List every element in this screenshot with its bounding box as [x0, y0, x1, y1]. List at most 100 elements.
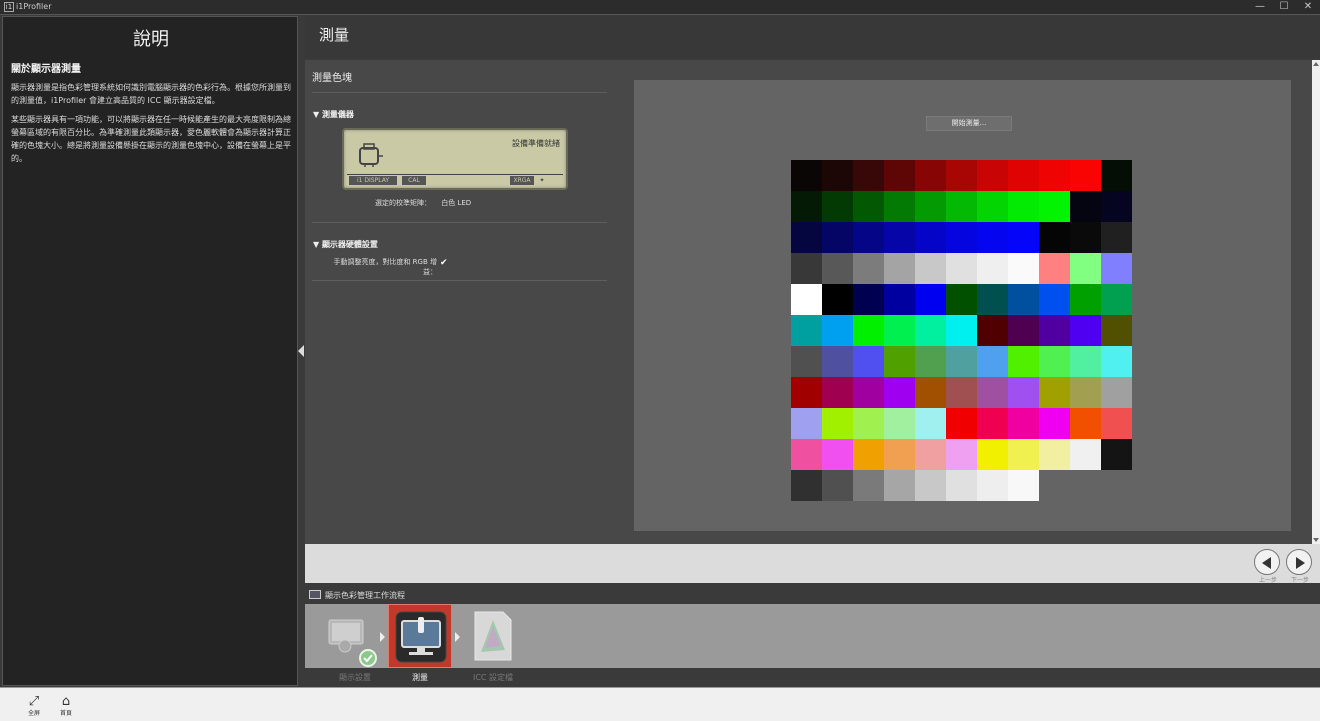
color-patch [946, 315, 977, 346]
color-patch [853, 222, 884, 253]
back-label: 上一步 [1259, 577, 1278, 584]
help-panel: 說明 關於顯示器測量 顯示器測量是指色彩管理系統如何識別電腦顯示器的色彩行為。根… [2, 16, 298, 686]
color-patch [822, 284, 853, 315]
color-patch [822, 439, 853, 470]
instrument-heading[interactable]: ▼ 測量儀器 [313, 109, 354, 120]
fullscreen-label: 全屏 [27, 710, 40, 717]
color-patch [1101, 315, 1132, 346]
color-patch [1008, 253, 1039, 284]
monitor-icon [309, 590, 321, 599]
step-arrow-icon [380, 632, 385, 642]
step-icc-profile[interactable] [461, 604, 525, 668]
color-patch [946, 253, 977, 284]
color-patch [791, 222, 822, 253]
color-patch [946, 284, 977, 315]
calibration-label: 選定的校準矩陣： [375, 199, 431, 207]
close-button[interactable]: ✕ [1299, 1, 1317, 13]
color-patch [884, 160, 915, 191]
navigation-strip: 上一步 下一步 [305, 544, 1320, 584]
color-patch [853, 191, 884, 222]
color-patch [884, 408, 915, 439]
hardware-heading[interactable]: ▼ 顯示器硬體設置 [313, 239, 378, 250]
help-title: 說明 [133, 29, 169, 50]
color-patch [1070, 284, 1101, 315]
home-button[interactable]: ⌂ 首頁 [58, 695, 74, 720]
color-patch [853, 377, 884, 408]
color-patch [946, 160, 977, 191]
color-patch [853, 253, 884, 284]
color-patch [977, 439, 1008, 470]
color-patch [1101, 160, 1132, 191]
next-arrow-icon [1296, 557, 1305, 569]
scroll-down-icon[interactable] [1313, 538, 1319, 542]
fullscreen-icon: ⤢ [28, 694, 40, 709]
color-patch [822, 253, 853, 284]
measure-content: 測量色塊 ▼ 測量儀器 設備準備就緒 i1 DISPLAY CAL XRGA ✦… [305, 60, 1312, 544]
color-patch [1039, 160, 1070, 191]
color-patch [791, 191, 822, 222]
calibration-value[interactable]: 白色 LED [441, 199, 471, 207]
calibration-matrix: 選定的校準矩陣： 白色 LED [375, 198, 471, 208]
color-patch [853, 346, 884, 377]
manual-adjust-checkbox[interactable]: ✔ [440, 258, 450, 268]
patch-display-area: 開始測量... [634, 80, 1291, 531]
color-patch [915, 222, 946, 253]
color-patch [822, 191, 853, 222]
color-patch [822, 315, 853, 346]
start-measurement-button[interactable]: 開始測量... [926, 116, 1012, 131]
lcd-segment-device: i1 DISPLAY [349, 176, 397, 185]
color-patch [1008, 470, 1039, 501]
device-lcd-display: 設備準備就緒 i1 DISPLAY CAL XRGA ✦ [342, 128, 568, 190]
fullscreen-button[interactable]: ⤢ 全屏 [26, 694, 42, 720]
color-patch [1070, 377, 1101, 408]
display-settings-icon [328, 619, 377, 667]
home-label: 首頁 [59, 710, 72, 717]
collapse-panel-arrow-icon[interactable] [298, 345, 304, 357]
workflow-labels: 顯示設置 測量 ICC 設定檔 [305, 668, 1320, 686]
step-measure[interactable] [388, 604, 452, 668]
instrument-device-icon [359, 143, 383, 167]
step-display-settings[interactable] [323, 604, 387, 668]
color-patch [915, 439, 946, 470]
color-patch [977, 284, 1008, 315]
color-patch [977, 315, 1008, 346]
color-patch [1101, 377, 1132, 408]
color-patch [1008, 222, 1039, 253]
scroll-up-icon[interactable] [1313, 62, 1319, 66]
color-patch [1008, 439, 1039, 470]
color-patch [1070, 191, 1101, 222]
back-arrow-icon [1262, 557, 1271, 569]
color-patch [1008, 408, 1039, 439]
help-subtitle: 關於顯示器測量 [11, 64, 81, 75]
color-patch [977, 346, 1008, 377]
minimize-button[interactable]: — [1251, 1, 1269, 13]
color-patch [853, 160, 884, 191]
divider [312, 222, 607, 223]
color-patch [1039, 346, 1070, 377]
help-paragraph-2: 某些顯示器具有一項功能，可以將顯示器在任一時候能產生的最大亮度限制為總螢幕區域的… [11, 115, 291, 163]
back-button[interactable] [1254, 549, 1280, 575]
color-patch [1070, 160, 1101, 191]
workflow-steps [305, 604, 1320, 668]
maximize-button[interactable]: ☐ [1275, 1, 1293, 13]
color-patch [1008, 284, 1039, 315]
color-patch [915, 346, 946, 377]
color-patch [1101, 191, 1132, 222]
color-patch [1039, 222, 1070, 253]
color-patch [915, 191, 946, 222]
section-title: 測量色塊 [312, 73, 352, 84]
color-patch [915, 284, 946, 315]
color-patch [915, 160, 946, 191]
window-title: i1Profiler [16, 2, 52, 11]
color-patch [791, 315, 822, 346]
main-header: 測量 [305, 16, 1320, 58]
color-patch [977, 253, 1008, 284]
color-patch [1101, 253, 1132, 284]
page-title: 測量 [319, 26, 350, 44]
step-label: 測量 [412, 673, 428, 682]
color-patch [884, 470, 915, 501]
color-patch [1039, 439, 1070, 470]
vertical-scrollbar[interactable] [1312, 60, 1320, 544]
next-button[interactable] [1286, 549, 1312, 575]
color-patch [1039, 253, 1070, 284]
